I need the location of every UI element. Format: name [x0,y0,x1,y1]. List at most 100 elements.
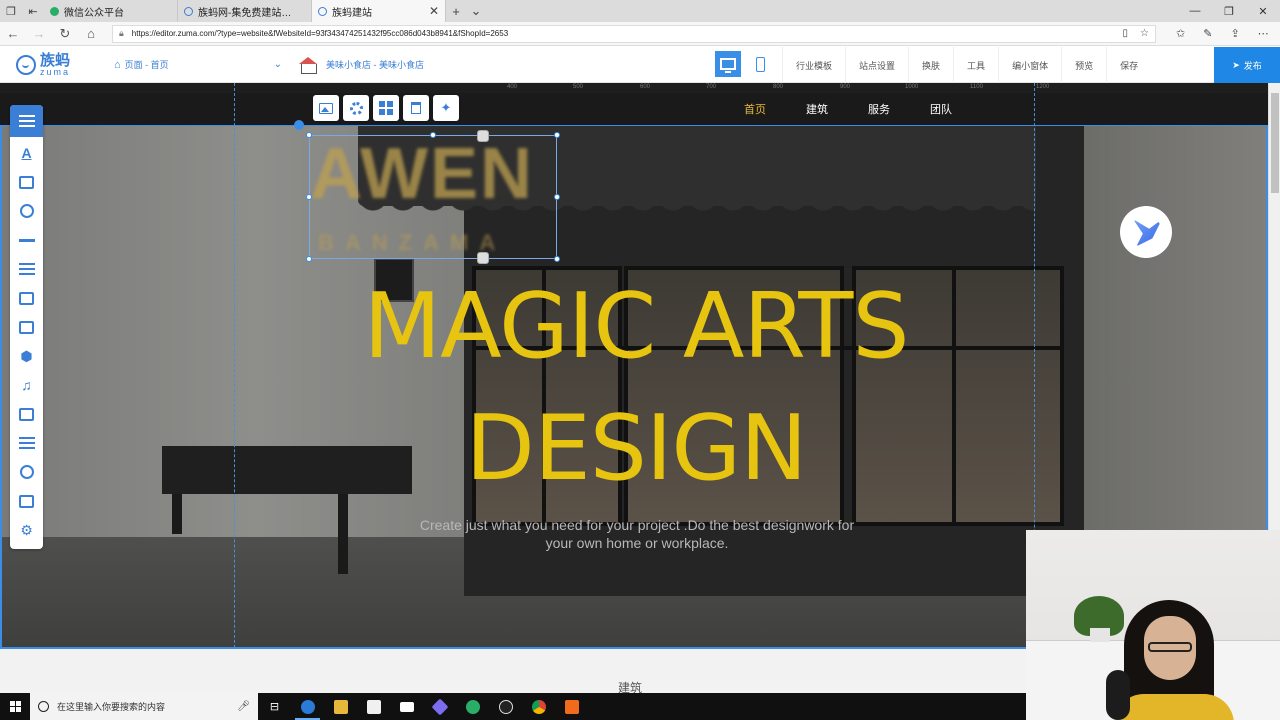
video-tool-button[interactable] [10,400,43,428]
cube-icon: ⬢ [20,347,33,364]
task-view-icon: ⊟ [269,701,280,713]
menu-mini-window[interactable]: 编小窗体 [998,47,1061,83]
taskbar-wechat[interactable] [456,693,489,720]
menu-site-settings[interactable]: 站点设置 [845,47,908,83]
menu-tools[interactable]: 工具 [953,47,998,83]
taskbar-edge[interactable] [291,693,324,720]
site-nav-home[interactable]: 首页 [744,101,766,117]
url-field[interactable]: 🔒︎ https://editor.zuma.com/?type=website… [112,24,1156,43]
close-icon[interactable]: ✕ [429,4,439,18]
close-window-icon[interactable]: ✕ [1246,0,1280,22]
gallery-tool-button[interactable] [10,284,43,312]
resize-handle[interactable] [306,132,312,138]
article-icon [18,437,35,449]
site-nav-services[interactable]: 服务 [868,101,890,117]
page-selector[interactable]: ⌂ 页面 - 首页 ⌄ [114,58,282,71]
delete-button[interactable] [403,95,429,121]
resize-handle[interactable] [554,194,560,200]
text-tool-button[interactable]: A [10,139,43,167]
minimize-icon[interactable]: — [1178,0,1212,22]
resize-handle[interactable] [306,256,312,262]
taskbar-search[interactable]: 在这里输入你要搜索的内容 🎤︎ [30,693,258,720]
music-tool-button[interactable]: ♫ [10,371,43,399]
taskbar-app-orange[interactable] [555,693,588,720]
tab-zuma-home[interactable]: 族蚂网-集免费建站、电商... [178,0,312,22]
image-text-tool-button[interactable] [10,168,43,196]
task-view-button[interactable]: ⊟ [258,693,291,720]
microphone-icon[interactable]: 🎤︎ [237,701,250,712]
taskbar-obs[interactable] [489,693,522,720]
site-nav-bar: 首页 建筑 服务 团队 [0,93,1268,125]
resize-handle[interactable] [430,132,436,138]
resize-handle[interactable] [554,132,560,138]
share-icon[interactable]: ⇪ [1230,27,1239,40]
menu-industry-templates[interactable]: 行业模板 [782,47,845,83]
favorites-icon[interactable]: ✩ [1176,27,1185,40]
divider-tool-button[interactable] [10,226,43,254]
effects-button[interactable]: ✦ [433,95,459,121]
taskbar-store[interactable] [357,693,390,720]
app-icon [431,698,448,715]
list-tool-button[interactable] [10,255,43,283]
mobile-view-button[interactable] [747,51,773,77]
store-selector[interactable]: 美味小食店 - 美味小食店 [298,56,698,74]
ruler-label: 1000 [905,84,919,90]
publish-button[interactable]: ➤ 发布 [1214,47,1280,83]
hero-subtitle[interactable]: Create just what you need for your proje… [412,516,862,552]
desktop-view-button[interactable] [715,51,741,77]
resize-handle[interactable] [554,256,560,262]
anchor-handle[interactable] [477,130,489,142]
taskbar-mail[interactable] [390,693,423,720]
presenter-shirt [1114,694,1234,720]
browser-tools: ✩ ✎ ⇪ ⋯ [1176,27,1269,40]
chevron-down-icon[interactable]: ⌄ [466,3,486,19]
list-icon [18,115,35,127]
icon-tool-button[interactable] [10,197,43,225]
ruler-label: 800 [773,84,784,90]
back-icon[interactable]: ← [0,26,26,41]
new-tab-icon[interactable]: + [446,4,466,19]
refresh-icon[interactable]: ↻ [52,26,78,42]
start-button[interactable] [0,693,30,720]
site-nav-team[interactable]: 团队 [930,101,952,117]
rotate-handle[interactable] [294,120,304,130]
resize-handle[interactable] [306,194,312,200]
layout-button[interactable] [373,95,399,121]
anchor-handle[interactable] [477,252,489,264]
components-list-button[interactable] [10,105,43,137]
shop-tool-button[interactable] [10,313,43,341]
more-icon[interactable]: ⋯ [1258,27,1269,40]
tab-zuma-editor[interactable]: 族蚂建站 ✕ [312,0,446,22]
menu-skin[interactable]: 换肤 [908,47,953,83]
photo-tool-button[interactable] [10,487,43,515]
map-tool-button[interactable] [10,458,43,486]
favorite-star-icon[interactable]: ☆ [1140,28,1149,39]
tab-title: 微信公众平台 [64,7,124,19]
forward-icon[interactable]: → [26,26,52,41]
taskbar-explorer[interactable] [324,693,357,720]
site-nav-architecture[interactable]: 建筑 [806,101,828,117]
zuma-logo[interactable]: 族蚂 zuma [16,53,108,77]
selected-logo-image[interactable]: AWEN BANZAMA [306,130,560,264]
hero-title[interactable]: MAGIC ARTS DESIGN [2,266,1266,509]
scrollbar-thumb[interactable] [1271,93,1279,193]
article-tool-button[interactable] [10,429,43,457]
home-icon[interactable]: ⌂ [78,26,104,41]
menu-preview[interactable]: 预览 [1061,47,1106,83]
save-button[interactable]: 保存 [1106,47,1151,83]
change-image-button[interactable] [313,95,339,121]
element-settings-button[interactable] [343,95,369,121]
taskbar-chrome[interactable] [522,693,555,720]
reading-view-icon[interactable]: ▯ [1123,28,1129,39]
settings-tool-button[interactable]: ⚙ [10,516,43,544]
tab-wechat[interactable]: 微信公众平台 [44,0,178,22]
restore-icon[interactable]: ❐ [1212,0,1246,22]
taskbar-app-purple[interactable] [423,693,456,720]
bird-logo-icon[interactable] [1120,206,1172,258]
obs-icon [498,699,513,714]
back-tabs-icon[interactable]: ⇤ [22,0,44,22]
module-tool-button[interactable]: ⬢ [10,342,43,370]
pen-icon[interactable]: ✎ [1203,27,1212,40]
mail-icon [399,701,414,712]
tab-actions-icon[interactable]: ❐ [0,0,22,22]
